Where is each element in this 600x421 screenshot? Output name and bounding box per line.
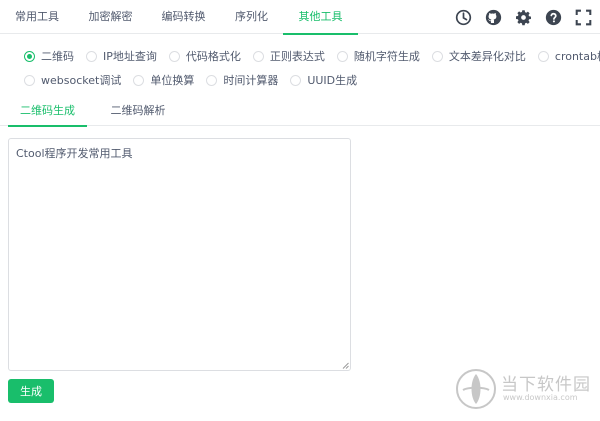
radio-circle[interactable] bbox=[537, 50, 549, 62]
radio-label: 时间计算器 bbox=[223, 74, 279, 87]
radio-circle[interactable] bbox=[206, 74, 218, 86]
watermark-title: 当下软件园 bbox=[501, 375, 591, 395]
qrcode-subtabs: 二维码生成 二维码解析 bbox=[0, 100, 600, 127]
radio-websocket[interactable]: websocket调试 bbox=[24, 72, 121, 88]
top-tabs: 常用工具 加密解密 编码转换 序列化 其他工具 bbox=[0, 0, 358, 35]
github-icon[interactable] bbox=[482, 6, 504, 28]
tab-qrcode-parse[interactable]: 二维码解析 bbox=[96, 100, 180, 126]
radio-label: UUID生成 bbox=[307, 74, 358, 87]
downxia-logo-icon bbox=[456, 369, 496, 409]
tab-common-tools[interactable]: 常用工具 bbox=[0, 0, 74, 34]
watermark-url: www.downxia.com bbox=[503, 393, 578, 402]
tool-radio-row: 二维码 IP地址查询 代码格式化 正则表达式 随机字符生成 文本差异化对比 cr… bbox=[24, 44, 600, 68]
radio-regex[interactable]: 正则表达式 bbox=[252, 48, 325, 64]
qrcode-content-input[interactable]: Ctool程序开发常用工具 bbox=[8, 138, 351, 371]
tool-radio-row: websocket调试 单位换算 时间计算器 UUID生成 bbox=[24, 68, 594, 92]
radio-circle[interactable] bbox=[431, 50, 443, 62]
radio-label: IP地址查询 bbox=[103, 50, 157, 63]
radio-circle[interactable] bbox=[336, 50, 348, 62]
radio-circle[interactable] bbox=[290, 74, 302, 86]
radio-label: websocket调试 bbox=[41, 74, 122, 87]
help-icon[interactable] bbox=[542, 6, 564, 28]
tab-serialization[interactable]: 序列化 bbox=[220, 0, 283, 34]
radio-uuid[interactable]: UUID生成 bbox=[290, 72, 357, 88]
radio-label: 随机字符生成 bbox=[353, 50, 420, 63]
radio-ip-lookup[interactable]: IP地址查询 bbox=[86, 48, 157, 64]
tab-encrypt-decrypt[interactable]: 加密解密 bbox=[74, 0, 147, 34]
radio-circle[interactable] bbox=[252, 50, 264, 62]
clock-icon[interactable] bbox=[452, 6, 474, 28]
radio-unit-convert[interactable]: 单位换算 bbox=[133, 72, 194, 88]
radio-random-string[interactable]: 随机字符生成 bbox=[336, 48, 420, 64]
gear-icon[interactable] bbox=[512, 6, 534, 28]
radio-time-calculator[interactable]: 时间计算器 bbox=[206, 72, 278, 88]
radio-qrcode[interactable]: 二维码 bbox=[24, 48, 74, 64]
radio-circle[interactable] bbox=[86, 50, 97, 62]
tab-qrcode-generate[interactable]: 二维码生成 bbox=[8, 100, 87, 127]
radio-label: 二维码 bbox=[41, 50, 74, 63]
radio-circle[interactable] bbox=[24, 50, 35, 62]
radio-code-format[interactable]: 代码格式化 bbox=[168, 48, 241, 64]
tool-radio-group: 二维码 IP地址查询 代码格式化 正则表达式 随机字符生成 文本差异化对比 cr… bbox=[24, 44, 600, 92]
radio-label: 正则表达式 bbox=[269, 50, 325, 63]
radio-circle[interactable] bbox=[24, 74, 35, 86]
radio-circle[interactable] bbox=[168, 50, 180, 62]
fullscreen-icon[interactable] bbox=[572, 6, 594, 28]
radio-circle[interactable] bbox=[133, 74, 145, 86]
radio-label: 代码格式化 bbox=[185, 50, 241, 63]
radio-text-diff[interactable]: 文本差异化对比 bbox=[431, 48, 526, 64]
generate-button[interactable]: 生成 bbox=[8, 379, 54, 403]
watermark: 当下软件园 www.downxia.com bbox=[455, 366, 600, 418]
radio-label: 文本差异化对比 bbox=[448, 50, 526, 63]
radio-label: crontab校验 bbox=[554, 50, 600, 63]
toolbar-icons bbox=[452, 6, 594, 28]
radio-label: 单位换算 bbox=[150, 74, 195, 87]
top-nav: 常用工具 加密解密 编码转换 序列化 其他工具 bbox=[0, 0, 600, 35]
resize-handle-icon[interactable] bbox=[342, 362, 349, 369]
tab-encoding-conversion[interactable]: 编码转换 bbox=[147, 0, 220, 34]
tab-other-tools[interactable]: 其他工具 bbox=[283, 0, 358, 35]
radio-crontab[interactable]: crontab校验 bbox=[537, 48, 600, 64]
